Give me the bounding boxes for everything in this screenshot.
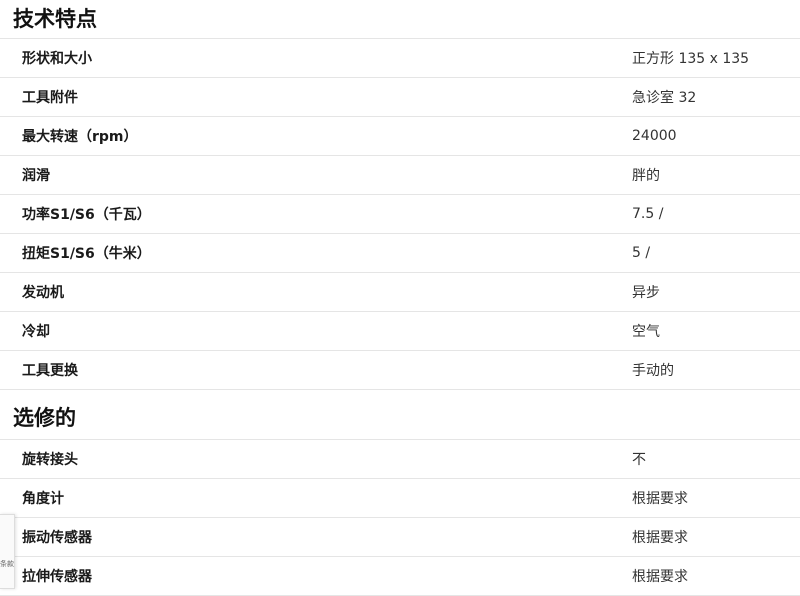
table-row: 工具附件 急诊室 32 <box>0 77 800 117</box>
spec-label: 振动传感器 <box>0 517 630 557</box>
spec-value: 根据要求 <box>630 478 800 518</box>
spec-label: 发动机 <box>0 272 630 312</box>
table-row: 形状和大小 正方形 135 x 135 <box>0 38 800 78</box>
spec-label: 形状和大小 <box>0 38 630 78</box>
spec-value: 急诊室 32 <box>630 77 800 117</box>
spec-label: 功率S1/S6（千瓦） <box>0 194 630 234</box>
section-title-features: 技术特点 <box>13 7 97 31</box>
table-row: 振动传感器 根据要求 <box>0 517 800 557</box>
table-row: 角度计 根据要求 <box>0 478 800 518</box>
spec-value: 根据要求 <box>630 556 800 596</box>
table-row: 旋转接头 不 <box>0 439 800 479</box>
terms-link[interactable]: 条款 <box>0 559 14 569</box>
spec-value: 胖的 <box>630 155 800 195</box>
spec-label: 角度计 <box>0 478 630 518</box>
table-row: 拉伸传感器 根据要求 <box>0 556 800 596</box>
spec-label: 工具附件 <box>0 77 630 117</box>
section-title-optional: 选修的 <box>13 406 76 430</box>
spec-value: 7.5 / <box>630 194 800 234</box>
spec-value: 根据要求 <box>630 517 800 557</box>
table-row: 润滑 胖的 <box>0 155 800 195</box>
spec-label: 最大转速（rpm） <box>0 116 630 156</box>
spec-value: 空气 <box>630 311 800 351</box>
spec-label: 拉伸传感器 <box>0 556 630 596</box>
spec-value: 手动的 <box>630 350 800 390</box>
table-row: 最大转速（rpm） 24000 <box>0 116 800 156</box>
spec-label: 旋转接头 <box>0 439 630 479</box>
spec-label: 工具更换 <box>0 350 630 390</box>
spec-label: 润滑 <box>0 155 630 195</box>
table-row: 发动机 异步 <box>0 272 800 312</box>
table-row: 冷却 空气 <box>0 311 800 351</box>
spec-label: 冷却 <box>0 311 630 351</box>
table-row: 工具更换 手动的 <box>0 350 800 390</box>
optional-table: 旋转接头 不 角度计 根据要求 振动传感器 根据要求 拉伸传感器 根据要求 <box>0 439 800 596</box>
spec-value: 异步 <box>630 272 800 312</box>
spec-value: 不 <box>630 439 800 479</box>
table-row: 功率S1/S6（千瓦） 7.5 / <box>0 194 800 234</box>
features-table: 形状和大小 正方形 135 x 135 工具附件 急诊室 32 最大转速（rpm… <box>0 38 800 390</box>
spec-value: 5 / <box>630 233 800 273</box>
privacy-terms-badge[interactable]: 条款 <box>0 514 15 589</box>
spec-value: 正方形 135 x 135 <box>630 38 800 78</box>
table-row: 扭矩S1/S6（牛米） 5 / <box>0 233 800 273</box>
spec-label: 扭矩S1/S6（牛米） <box>0 233 630 273</box>
spec-value: 24000 <box>630 116 800 156</box>
